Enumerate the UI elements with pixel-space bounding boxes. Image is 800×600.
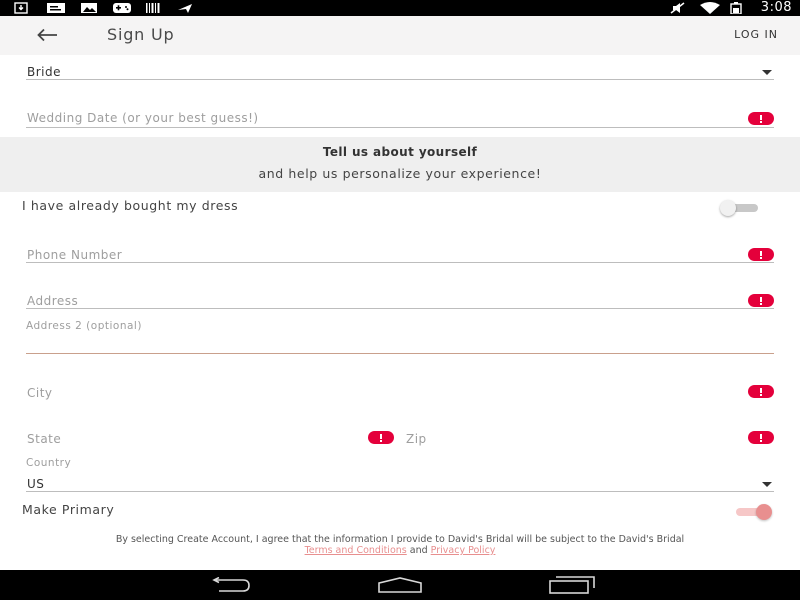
- app-bar: Sign Up LOG IN: [0, 16, 800, 55]
- error-icon: [748, 248, 774, 261]
- back-icon: [212, 577, 250, 592]
- airplane-icon: [178, 4, 192, 13]
- chevron-down-icon: [762, 482, 772, 487]
- wedding-date-placeholder: Wedding Date (or your best guess!): [27, 111, 259, 125]
- navigation-bar: [0, 570, 800, 600]
- message-icon: [47, 3, 65, 13]
- login-button[interactable]: LOG IN: [734, 28, 778, 41]
- download-icon: [14, 2, 28, 14]
- terms-sentence: By selecting Create Account, I agree tha…: [115, 534, 685, 545]
- status-time: 3:08: [760, 0, 792, 15]
- mute-icon: [670, 2, 685, 14]
- country-dropdown[interactable]: Country US: [26, 457, 774, 493]
- privacy-link[interactable]: Privacy Policy: [431, 545, 496, 556]
- address2-field[interactable]: Address 2 (optional): [26, 320, 774, 356]
- image-icon: [81, 3, 97, 13]
- phone-underline: [26, 262, 774, 263]
- error-icon: [748, 385, 774, 398]
- arrow-left-icon: [37, 28, 57, 42]
- home-icon: [378, 577, 422, 593]
- phone-placeholder: Phone Number: [27, 248, 123, 262]
- error-icon: [748, 431, 774, 444]
- role-value: Bride: [27, 65, 61, 79]
- toggle-thumb: [756, 504, 772, 520]
- city-field[interactable]: City: [26, 384, 774, 408]
- terms-link[interactable]: Terms and Conditions: [305, 545, 407, 556]
- wifi-icon: [700, 2, 720, 14]
- terms-links-row: Terms and Conditions and Privacy Policy: [0, 545, 800, 556]
- wedding-date-field[interactable]: Wedding Date (or your best guess!): [26, 109, 774, 131]
- address2-underline: [26, 353, 774, 354]
- city-placeholder: City: [27, 386, 53, 400]
- state-field[interactable]: State: [26, 430, 394, 452]
- toggle-thumb: [720, 200, 736, 216]
- status-bar: 3:08: [0, 0, 800, 16]
- error-icon: [368, 431, 394, 444]
- section-title: Tell us about yourself: [322, 145, 478, 159]
- country-underline: [26, 491, 774, 492]
- section-banner: Tell us about yourself and help us perso…: [0, 137, 800, 192]
- error-icon: [748, 294, 774, 307]
- address-underline: [26, 308, 774, 309]
- state-placeholder: State: [27, 432, 62, 446]
- country-value: US: [27, 477, 45, 491]
- recent-apps-icon: [549, 576, 595, 594]
- wedding-date-underline: [26, 127, 774, 128]
- barcode-icon: [146, 3, 160, 13]
- bought-dress-label: I have already bought my dress: [22, 198, 239, 213]
- address-field[interactable]: Address: [26, 292, 774, 314]
- bought-dress-toggle[interactable]: [720, 199, 764, 217]
- terms-text: By selecting Create Account, I agree tha…: [0, 534, 800, 556]
- back-button[interactable]: [30, 22, 64, 48]
- make-primary-toggle[interactable]: [730, 503, 774, 521]
- address2-label: Address 2 (optional): [26, 320, 142, 332]
- country-label: Country: [26, 457, 72, 469]
- error-icon: [748, 112, 774, 125]
- phone-field[interactable]: Phone Number: [26, 246, 774, 268]
- role-dropdown[interactable]: Bride: [26, 64, 774, 82]
- nav-recents-button[interactable]: [542, 573, 602, 597]
- page-title: Sign Up: [107, 25, 175, 44]
- make-primary-label: Make Primary: [22, 502, 115, 517]
- game-controller-icon: [113, 3, 131, 13]
- zip-field[interactable]: Zip: [405, 430, 774, 452]
- section-subtitle: and help us personalize your experience!: [258, 166, 542, 181]
- nav-home-button[interactable]: [370, 573, 430, 597]
- chevron-down-icon: [762, 70, 772, 75]
- zip-placeholder: Zip: [406, 432, 427, 446]
- address-placeholder: Address: [27, 294, 79, 308]
- role-underline: [26, 79, 774, 80]
- nav-back-button[interactable]: [198, 573, 258, 597]
- terms-and: and: [409, 545, 428, 556]
- battery-icon: [730, 2, 742, 14]
